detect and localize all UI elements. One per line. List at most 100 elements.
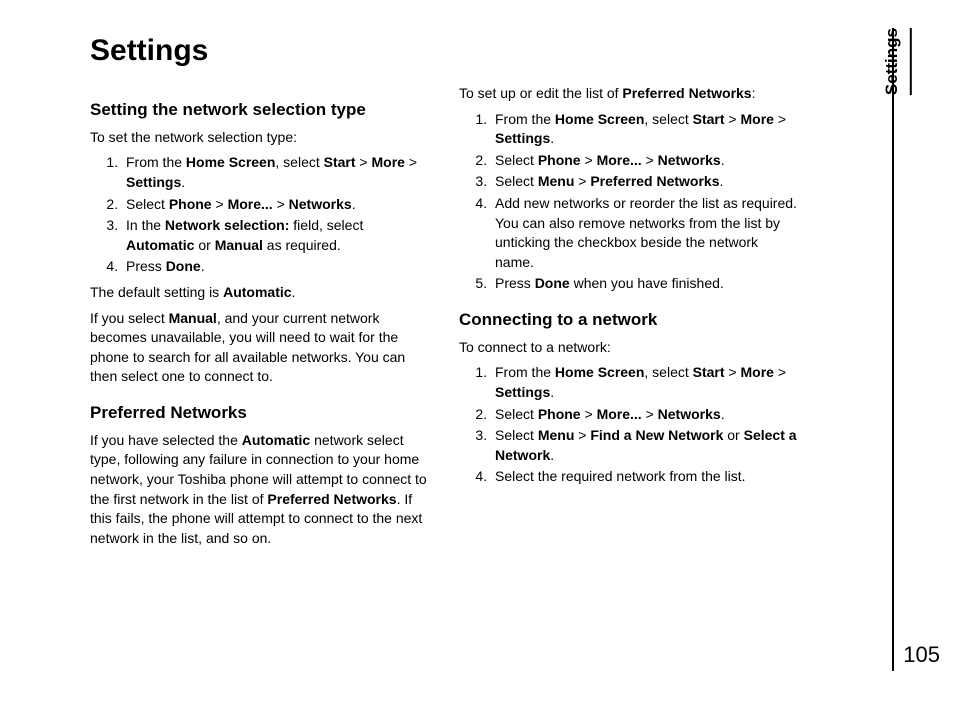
intro-preferred-list: To set up or edit the list of Preferred … [459,84,800,104]
steps-connect-network: From the Home Screen, select Start > Mor… [459,363,800,487]
text-bold: More [741,364,774,380]
paragraph-preferred: If you have selected the Automatic netwo… [90,431,431,549]
text: field, select [289,217,363,233]
text-bold: Network selection: [165,217,289,233]
text: From the [495,364,555,380]
text-bold: Home Screen [186,154,275,170]
text: . [721,406,725,422]
text: > [356,154,372,170]
list-item: Select Menu > Preferred Networks. [491,172,800,192]
text-bold: Start [324,154,356,170]
text: The default setting is [90,284,223,300]
text-bold: Settings [495,130,550,146]
side-rule [892,28,894,671]
list-item: In the Network selection: field, select … [122,216,431,255]
list-item: Add new networks or reorder the list as … [491,194,800,272]
text: > [273,196,289,212]
text-bold: Automatic [223,284,291,300]
text: > [581,406,597,422]
steps-preferred-networks: From the Home Screen, select Start > Mor… [459,110,800,294]
paragraph-manual: If you select Manual, and your current n… [90,309,431,387]
text-bold: Networks [658,152,721,168]
text-bold: Phone [538,406,581,422]
page-title: Settings [90,30,800,72]
text: > [725,111,741,127]
list-item: From the Home Screen, select Start > Mor… [491,110,800,149]
intro-connect: To connect to a network: [459,338,800,358]
left-column: Setting the network selection type To se… [90,84,431,554]
text-bold: Start [693,111,725,127]
text: > [774,111,786,127]
text-bold: More... [597,152,642,168]
text-bold: Start [693,364,725,380]
text-bold: Preferred Networks [622,85,751,101]
text-bold: Settings [495,384,550,400]
intro-text: To set the network selection type: [90,128,431,148]
paragraph-default: The default setting is Automatic. [90,283,431,303]
list-item: Select Menu > Find a New Network or Sele… [491,426,800,465]
text: > [725,364,741,380]
section-preferred-networks: Preferred Networks [90,401,431,425]
text-bold: Menu [538,173,575,189]
side-tab-label: Settings [880,28,912,95]
text-bold: Settings [126,174,181,190]
text: > [642,406,658,422]
text-bold: Phone [169,196,212,212]
text-bold: Networks [289,196,352,212]
text: . [721,152,725,168]
text-bold: Home Screen [555,111,644,127]
text: , select [644,111,692,127]
text: From the [126,154,186,170]
list-item: From the Home Screen, select Start > Mor… [122,153,431,192]
text: . [550,384,554,400]
text: : [752,85,756,101]
section-network-selection-type: Setting the network selection type [90,98,431,122]
list-item: Select Phone > More... > Networks. [122,195,431,215]
text: > [405,154,417,170]
text: or [723,427,743,443]
text: > [774,364,786,380]
text-bold: More... [597,406,642,422]
text: . [201,258,205,274]
text-bold: Preferred Networks [267,491,396,507]
text-bold: More... [228,196,273,212]
list-item: From the Home Screen, select Start > Mor… [491,363,800,402]
text-bold: Automatic [126,237,194,253]
text: Select [495,173,538,189]
text: , select [275,154,323,170]
list-item: Select Phone > More... > Networks. [491,405,800,425]
list-item: Select the required network from the lis… [491,467,800,487]
text: Select [495,152,538,168]
text: . [550,130,554,146]
text: > [574,173,590,189]
text: If you have selected the [90,432,242,448]
text-bold: Manual [215,237,263,253]
text: . [720,173,724,189]
list-item: Select Phone > More... > Networks. [491,151,800,171]
text: > [212,196,228,212]
text: . [181,174,185,190]
list-item: Press Done. [122,257,431,277]
right-column: To set up or edit the list of Preferred … [459,84,800,554]
text: as required. [263,237,341,253]
page-number: 105 [903,640,940,671]
text-bold: Networks [658,406,721,422]
text-bold: More [372,154,405,170]
text: Select [495,427,538,443]
text: > [574,427,590,443]
text-bold: Menu [538,427,575,443]
text: . [550,447,554,463]
text: , select [644,364,692,380]
text-bold: Phone [538,152,581,168]
text: Press [495,275,535,291]
text-bold: Automatic [242,432,310,448]
text-bold: Done [166,258,201,274]
content-columns: Setting the network selection type To se… [90,84,800,554]
text-bold: Home Screen [555,364,644,380]
text-bold: Done [535,275,570,291]
text: If you select [90,310,169,326]
text: . [292,284,296,300]
text: From the [495,111,555,127]
text: > [581,152,597,168]
text-bold: Preferred Networks [590,173,719,189]
